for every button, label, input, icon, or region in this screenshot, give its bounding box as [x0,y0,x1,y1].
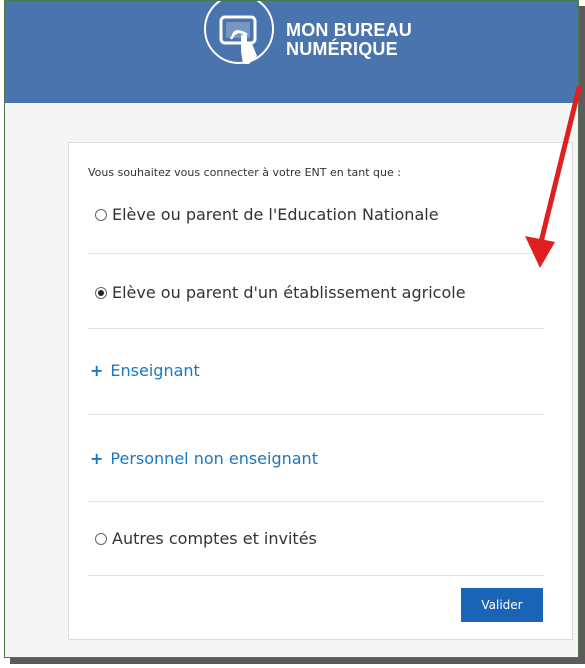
divider [88,501,544,502]
divider [88,253,544,254]
intro-text: Vous souhaitez vous connecter à votre EN… [88,166,401,179]
app-header: MON BUREAU NUMÉRIQUE [5,1,578,103]
login-type-card: Vous souhaitez vous connecter à votre EN… [68,142,573,640]
divider [88,575,544,576]
radio-etablissement-agricole[interactable] [95,286,107,299]
option-etablissement-agricole[interactable]: Elève ou parent d'un établissement agric… [88,283,544,302]
option-autres-comptes[interactable]: Autres comptes et invités [88,529,544,548]
validate-button[interactable]: Valider [461,588,543,622]
logo-line-2: NUMÉRIQUE [286,39,398,59]
touch-screen-icon [204,1,274,64]
radio-education-nationale[interactable] [95,208,107,221]
option-label: Elève ou parent de l'Education Nationale [112,205,439,224]
option-label: Enseignant [110,361,200,380]
radio-autres-comptes[interactable] [95,532,107,545]
logo-wordmark: MON BUREAU NUMÉRIQUE [286,21,412,59]
logo: MON BUREAU NUMÉRIQUE [201,1,431,81]
plus-icon: + [90,449,104,468]
option-label: Elève ou parent d'un établissement agric… [112,283,466,302]
option-label: Personnel non enseignant [110,449,318,468]
divider [88,328,544,329]
expand-personnel-non-enseignant[interactable]: + Personnel non enseignant [88,449,544,468]
logo-line-1: MON BUREAU [286,20,412,40]
option-label: Autres comptes et invités [112,529,317,548]
expand-enseignant[interactable]: + Enseignant [88,361,544,380]
screenshot-frame: MON BUREAU NUMÉRIQUE Vous souhaitez vous… [4,0,579,658]
divider [88,414,544,415]
option-education-nationale[interactable]: Elève ou parent de l'Education Nationale [88,205,544,224]
plus-icon: + [90,361,104,380]
